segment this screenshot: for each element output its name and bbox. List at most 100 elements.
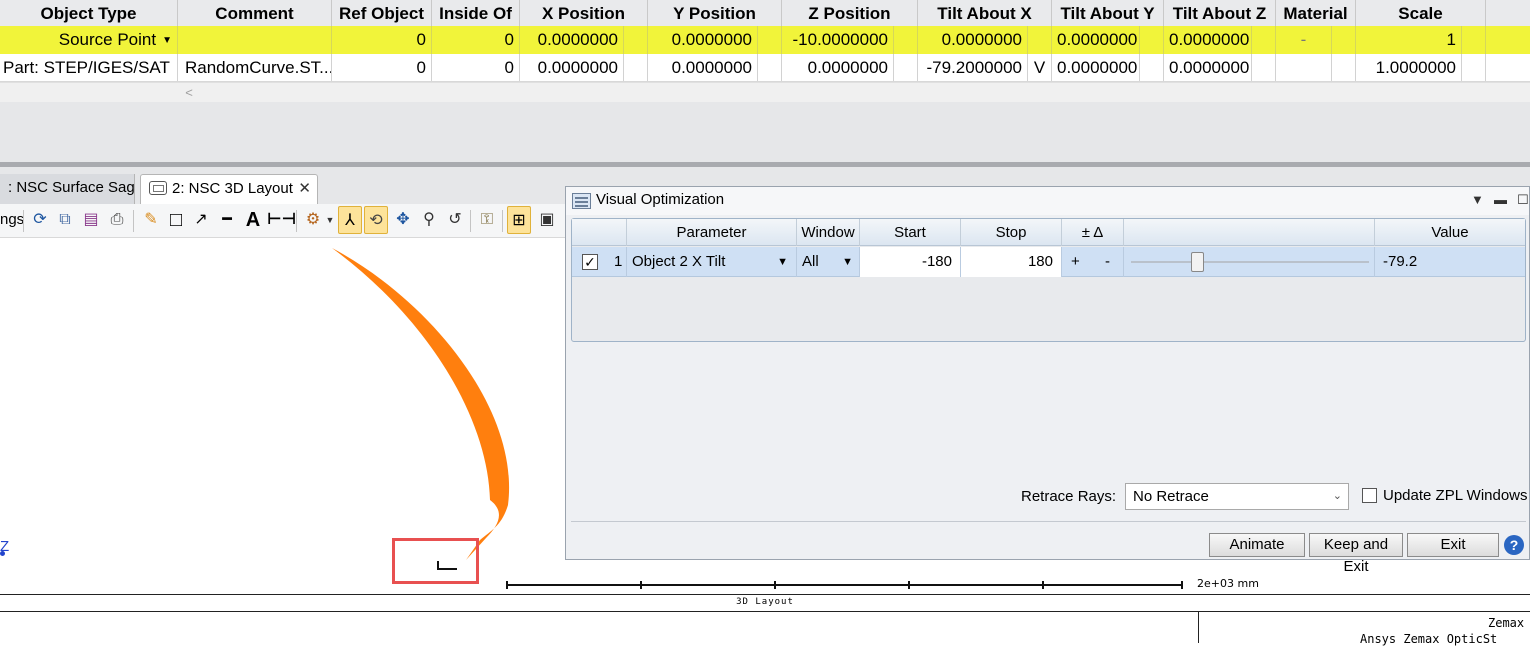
header-ref-object[interactable]: Ref Object bbox=[332, 0, 432, 27]
rotate-view-icon[interactable]: ⚙ bbox=[301, 206, 325, 234]
keep-and-exit-button[interactable]: Keep and Exit bbox=[1309, 533, 1403, 575]
comment-cell[interactable]: RandomCurve.ST... bbox=[178, 54, 332, 81]
y-position-cell[interactable]: 0.0000000 bbox=[648, 26, 758, 54]
y-solve-cell[interactable] bbox=[758, 54, 782, 81]
material-solve-cell[interactable] bbox=[1332, 54, 1356, 81]
tilt-y-cell[interactable]: 0.0000000 bbox=[1052, 54, 1140, 81]
increment-button[interactable]: + bbox=[1071, 247, 1080, 277]
undo-zoom-icon[interactable]: ↺ bbox=[443, 206, 467, 234]
inside-of-cell[interactable]: 0 bbox=[432, 26, 520, 54]
material-cell[interactable] bbox=[1276, 54, 1332, 81]
scale-cell[interactable]: 1 bbox=[1356, 26, 1462, 54]
exit-button[interactable]: Exit bbox=[1407, 533, 1499, 557]
tab-nsc-3d-layout[interactable]: 2: NSC 3D Layout ✕ bbox=[140, 174, 318, 204]
comment-cell[interactable] bbox=[178, 26, 332, 54]
header-x-position[interactable]: X Position bbox=[520, 0, 648, 27]
tilt-x-cell[interactable]: -79.2000000 bbox=[918, 54, 1028, 81]
header-tilt-about-z[interactable]: Tilt About Z bbox=[1164, 0, 1276, 27]
text-icon[interactable]: A bbox=[241, 206, 265, 234]
scale-solve-cell[interactable] bbox=[1462, 26, 1486, 54]
ref-object-cell[interactable]: 0 bbox=[332, 54, 432, 81]
rectangle-icon[interactable]: □ bbox=[164, 206, 188, 234]
header-comment[interactable]: Comment bbox=[178, 0, 332, 27]
object-type-dropdown[interactable]: Source Point ▼ bbox=[0, 26, 178, 54]
maximize-icon[interactable]: ☐ bbox=[1517, 192, 1529, 208]
value-slider[interactable] bbox=[1131, 261, 1369, 263]
window-title-bar[interactable]: Visual Optimization ▼ ▬ ☐ bbox=[566, 187, 1529, 215]
material-solve-cell[interactable] bbox=[1332, 26, 1356, 54]
retrace-rays-select[interactable]: No Retrace ⌄ bbox=[1125, 483, 1349, 510]
tilt-x-solve-cell[interactable]: V bbox=[1028, 54, 1052, 81]
inside-of-cell[interactable]: 0 bbox=[432, 54, 520, 81]
stop-input[interactable]: 180 bbox=[961, 247, 1062, 277]
close-icon[interactable]: ✕ bbox=[298, 175, 311, 203]
tab-nsc-surface-sag[interactable]: : NSC Surface Sag bbox=[0, 174, 135, 204]
header-inside-of[interactable]: Inside Of bbox=[432, 0, 520, 27]
header-scale[interactable]: Scale bbox=[1356, 0, 1486, 27]
table-row[interactable]: Source Point ▼ 0 0 0.0000000 0.0000000 -1… bbox=[0, 26, 1530, 54]
y-solve-cell[interactable] bbox=[758, 26, 782, 54]
arrow-line-icon[interactable]: ↗ bbox=[189, 206, 213, 234]
scale-cell[interactable]: 1.0000000 bbox=[1356, 54, 1462, 81]
parameter-enabled-checkbox[interactable]: ✓ bbox=[582, 254, 598, 270]
y-position-cell[interactable]: 0.0000000 bbox=[648, 54, 758, 81]
header-material[interactable]: Material bbox=[1276, 0, 1356, 27]
horizontal-scrollbar[interactable]: < bbox=[0, 82, 1530, 102]
window-menu-icon[interactable]: ▼ bbox=[1471, 192, 1484, 207]
ref-object-cell[interactable]: 0 bbox=[332, 26, 432, 54]
scroll-left-icon[interactable]: < bbox=[178, 83, 200, 102]
dimension-icon[interactable]: ⊢⊣ bbox=[267, 206, 296, 234]
save-icon[interactable]: ▤ bbox=[79, 206, 103, 234]
window-icon[interactable]: ▣ bbox=[535, 206, 559, 234]
z-solve-cell[interactable] bbox=[894, 26, 918, 54]
tilt-x-cell[interactable]: 0.0000000 bbox=[918, 26, 1028, 54]
header-tilt-about-x[interactable]: Tilt About X bbox=[918, 0, 1052, 27]
tilt-x-solve-cell[interactable] bbox=[1028, 26, 1052, 54]
tilt-z-cell[interactable]: 0.0000000 bbox=[1164, 26, 1252, 54]
tilt-y-cell[interactable]: 0.0000000 bbox=[1052, 26, 1140, 54]
x-position-cell[interactable]: 0.0000000 bbox=[520, 26, 624, 54]
pan-icon[interactable]: ✥ bbox=[391, 206, 415, 234]
axes-icon[interactable]: ⅄ bbox=[338, 206, 362, 234]
animate-button[interactable]: Animate bbox=[1209, 533, 1305, 557]
minimize-icon[interactable]: ▬ bbox=[1494, 192, 1507, 207]
z-solve-cell[interactable] bbox=[894, 54, 918, 81]
object-type-dropdown[interactable]: Part: STEP/IGES/SAT▼ bbox=[0, 54, 178, 81]
start-input[interactable]: -180 bbox=[860, 247, 961, 277]
tilt-z-cell[interactable]: 0.0000000 bbox=[1164, 54, 1252, 81]
header-z-position[interactable]: Z Position bbox=[782, 0, 918, 27]
tilt-z-solve-cell[interactable] bbox=[1252, 26, 1276, 54]
print-icon[interactable]: ⎙ bbox=[105, 206, 129, 234]
value-cell[interactable]: -79.2 bbox=[1375, 247, 1525, 277]
z-position-cell[interactable]: -10.0000000 bbox=[782, 26, 894, 54]
tilt-y-solve-cell[interactable] bbox=[1140, 26, 1164, 54]
lock-icon[interactable]: ⚿ bbox=[475, 206, 499, 234]
scale-solve-cell[interactable] bbox=[1462, 54, 1486, 81]
decrement-button[interactable]: - bbox=[1105, 247, 1110, 277]
header-tilt-about-y[interactable]: Tilt About Y bbox=[1052, 0, 1164, 27]
zoom-icon[interactable]: ⚲ bbox=[417, 206, 441, 234]
refresh-icon[interactable]: ⟳ bbox=[28, 206, 52, 234]
rotate-icon[interactable]: ⟲ bbox=[364, 206, 388, 234]
z-position-cell[interactable]: 0.0000000 bbox=[782, 54, 894, 81]
x-solve-cell[interactable] bbox=[624, 26, 648, 54]
chevron-down-icon[interactable]: ▼ bbox=[324, 206, 336, 234]
header-object-type[interactable]: Object Type bbox=[0, 0, 178, 27]
header-y-position[interactable]: Y Position bbox=[648, 0, 782, 27]
pencil-icon[interactable]: ✎ bbox=[139, 206, 163, 234]
tilt-y-solve-cell[interactable] bbox=[1140, 54, 1164, 81]
copy-icon[interactable]: ⧉ bbox=[53, 206, 77, 234]
parameter-dropdown[interactable]: Object 2 X Tilt ▼ bbox=[627, 247, 797, 277]
fit-icon[interactable]: ⊞ bbox=[507, 206, 531, 234]
tilt-z-solve-cell[interactable] bbox=[1252, 54, 1276, 81]
parameter-row[interactable]: ✓ 1 Object 2 X Tilt ▼ All ▼ -180 180 + -… bbox=[572, 247, 1525, 277]
x-solve-cell[interactable] bbox=[624, 54, 648, 81]
help-icon[interactable]: ? bbox=[1504, 535, 1524, 555]
window-dropdown[interactable]: All ▼ bbox=[797, 247, 860, 277]
x-position-cell[interactable]: 0.0000000 bbox=[520, 54, 624, 81]
line-icon[interactable]: ━ bbox=[215, 206, 239, 234]
update-zpl-checkbox[interactable] bbox=[1362, 488, 1377, 503]
slider-thumb[interactable] bbox=[1191, 252, 1204, 272]
material-cell[interactable]: - bbox=[1276, 26, 1332, 54]
table-row[interactable]: Part: STEP/IGES/SAT▼ RandomCurve.ST... 0… bbox=[0, 54, 1530, 82]
